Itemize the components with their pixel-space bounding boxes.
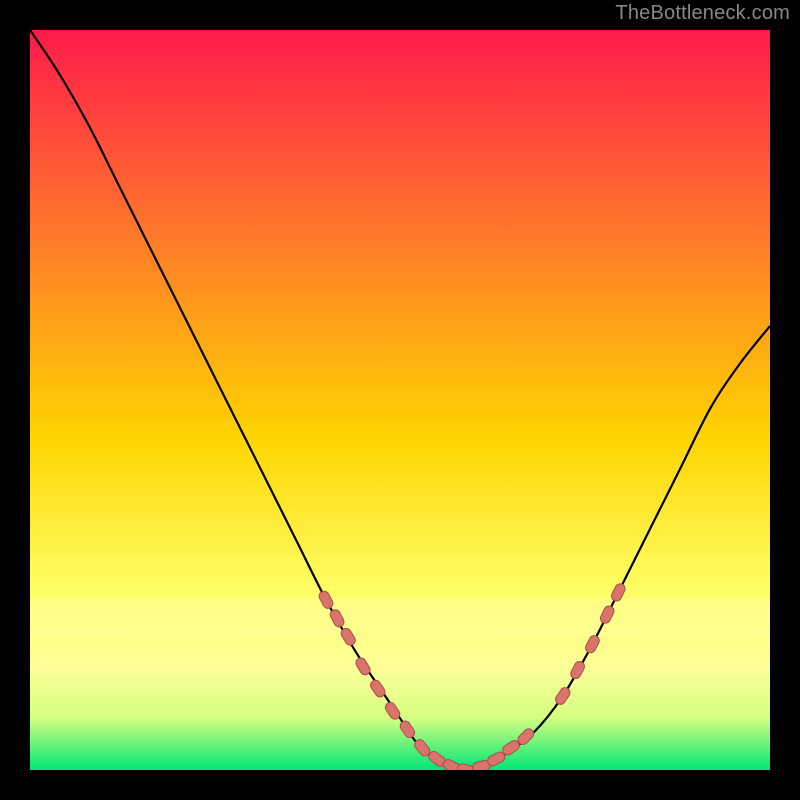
watermark-text: TheBottleneck.com: [615, 2, 790, 25]
gradient-background: [30, 30, 770, 770]
bottleneck-chart: [30, 30, 770, 770]
frame: TheBottleneck.com: [0, 0, 800, 800]
plot-area: [30, 30, 770, 770]
highlight-band: [30, 598, 770, 638]
